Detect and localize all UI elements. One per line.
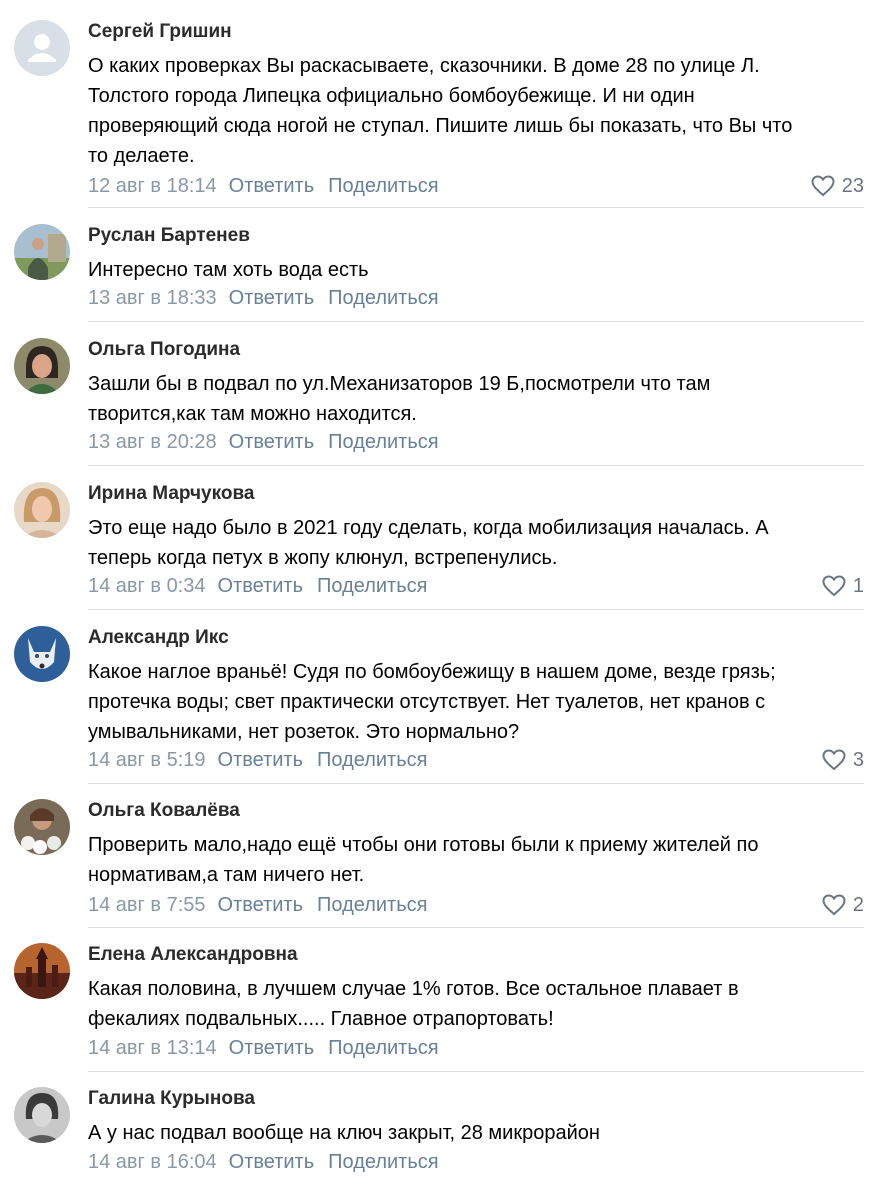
comment-date[interactable]: 13 авг в 18:33: [88, 287, 217, 309]
comment-text: Проверить мало,надо ещё чтобы они готовы…: [88, 834, 759, 886]
divider: [88, 207, 864, 208]
comment-meta: 14 авг в 0:34 Ответить Поделиться: [88, 572, 427, 600]
comment-author[interactable]: Александр Икс: [88, 626, 229, 650]
divider: [88, 321, 864, 322]
share-link[interactable]: Поделиться: [328, 287, 438, 309]
comment-author[interactable]: Ирина Марчукова: [88, 482, 254, 506]
heart-icon: [811, 175, 835, 197]
comment-meta: 14 авг в 5:19 Ответить Поделиться: [88, 746, 427, 774]
like-button[interactable]: 23: [811, 172, 864, 200]
divider: [88, 465, 864, 466]
reply-link[interactable]: Ответить: [229, 175, 315, 197]
comment-text: А у нас подвал вообще на ключ закрыт, 28…: [88, 1122, 600, 1144]
heart-icon: [822, 575, 846, 597]
share-link[interactable]: Поделиться: [328, 1037, 438, 1059]
share-link[interactable]: Поделиться: [328, 175, 438, 197]
like-count: 2: [852, 894, 864, 916]
share-link[interactable]: Поделиться: [317, 749, 427, 771]
comment-date[interactable]: 14 авг в 16:04: [88, 1151, 217, 1173]
like-button[interactable]: 1: [822, 572, 864, 600]
reply-link[interactable]: Ответить: [229, 431, 315, 453]
divider: [88, 609, 864, 610]
heart-icon: [822, 749, 846, 771]
comment-meta: 13 авг в 20:28 Ответить Поделиться: [88, 428, 439, 456]
heart-icon: [822, 894, 846, 916]
comment-author[interactable]: Сергей Гришин: [88, 20, 232, 44]
like-count: 3: [852, 749, 864, 771]
comment-date[interactable]: 14 авг в 0:34: [88, 575, 206, 597]
avatar-photo-woman-bw[interactable]: [14, 1087, 70, 1143]
reply-link[interactable]: Ответить: [218, 749, 304, 771]
comment-date[interactable]: 14 авг в 13:14: [88, 1037, 217, 1059]
reply-link[interactable]: Ответить: [229, 287, 315, 309]
comment-meta: 12 авг в 18:14 Ответить Поделиться: [88, 172, 439, 200]
avatar-default-person-icon[interactable]: [14, 20, 70, 76]
share-link[interactable]: Поделиться: [317, 894, 427, 916]
share-link[interactable]: Поделиться: [317, 575, 427, 597]
divider: [88, 927, 864, 928]
avatar-photo-white-wolf[interactable]: [14, 626, 70, 682]
comment-text: Какая половина, в лучшем случае 1% готов…: [88, 978, 739, 1030]
comment-author[interactable]: Ольга Ковалёва: [88, 799, 240, 823]
share-link[interactable]: Поделиться: [328, 431, 438, 453]
comment-date[interactable]: 12 авг в 18:14: [88, 175, 217, 197]
divider: [88, 1071, 864, 1072]
like-count: 23: [841, 175, 864, 197]
reply-link[interactable]: Ответить: [229, 1151, 315, 1173]
comment-text: Зашли бы в подвал по ул.Механизаторов 19…: [88, 373, 711, 425]
avatar-photo-church-sunset[interactable]: [14, 943, 70, 999]
comment-meta: 14 авг в 7:55 Ответить Поделиться: [88, 891, 427, 919]
comment-text: Интересно там хоть вода есть: [88, 259, 369, 281]
comment-meta: 13 авг в 18:33 Ответить Поделиться: [88, 284, 439, 312]
like-button[interactable]: 2: [822, 891, 864, 919]
avatar-photo-woman-dark-hair[interactable]: [14, 338, 70, 394]
comment-author[interactable]: Ольга Погодина: [88, 338, 240, 362]
like-button[interactable]: 3: [822, 746, 864, 774]
share-link[interactable]: Поделиться: [328, 1151, 438, 1173]
comment-meta: 14 авг в 16:04 Ответить Поделиться: [88, 1148, 439, 1176]
comment-text: О каких проверках Вы раскасываете, сказо…: [88, 55, 793, 167]
comment-author[interactable]: Елена Александровна: [88, 943, 298, 967]
avatar-photo-woman-blonde[interactable]: [14, 482, 70, 538]
reply-link[interactable]: Ответить: [229, 1037, 315, 1059]
reply-link[interactable]: Ответить: [218, 575, 304, 597]
comment-text: Это еще надо было в 2021 году сделать, к…: [88, 517, 769, 569]
avatar-photo-woman-flowers[interactable]: [14, 799, 70, 855]
avatar-photo-man-outdoors[interactable]: [14, 224, 70, 280]
like-count: 1: [852, 575, 864, 597]
divider: [88, 783, 864, 784]
comments-feed: Сергей Гришин О каких проверках Вы раска…: [0, 0, 890, 1200]
comment-author[interactable]: Галина Курынова: [88, 1087, 255, 1111]
reply-link[interactable]: Ответить: [218, 894, 304, 916]
comment-text: Какое наглое враньё! Судя по бомбоубежищ…: [88, 661, 776, 743]
comment-meta: 14 авг в 13:14 Ответить Поделиться: [88, 1034, 439, 1062]
comment-date[interactable]: 14 авг в 5:19: [88, 749, 206, 771]
comment-author[interactable]: Руслан Бартенев: [88, 224, 250, 248]
comment-date[interactable]: 14 авг в 7:55: [88, 894, 206, 916]
comment-date[interactable]: 13 авг в 20:28: [88, 431, 217, 453]
